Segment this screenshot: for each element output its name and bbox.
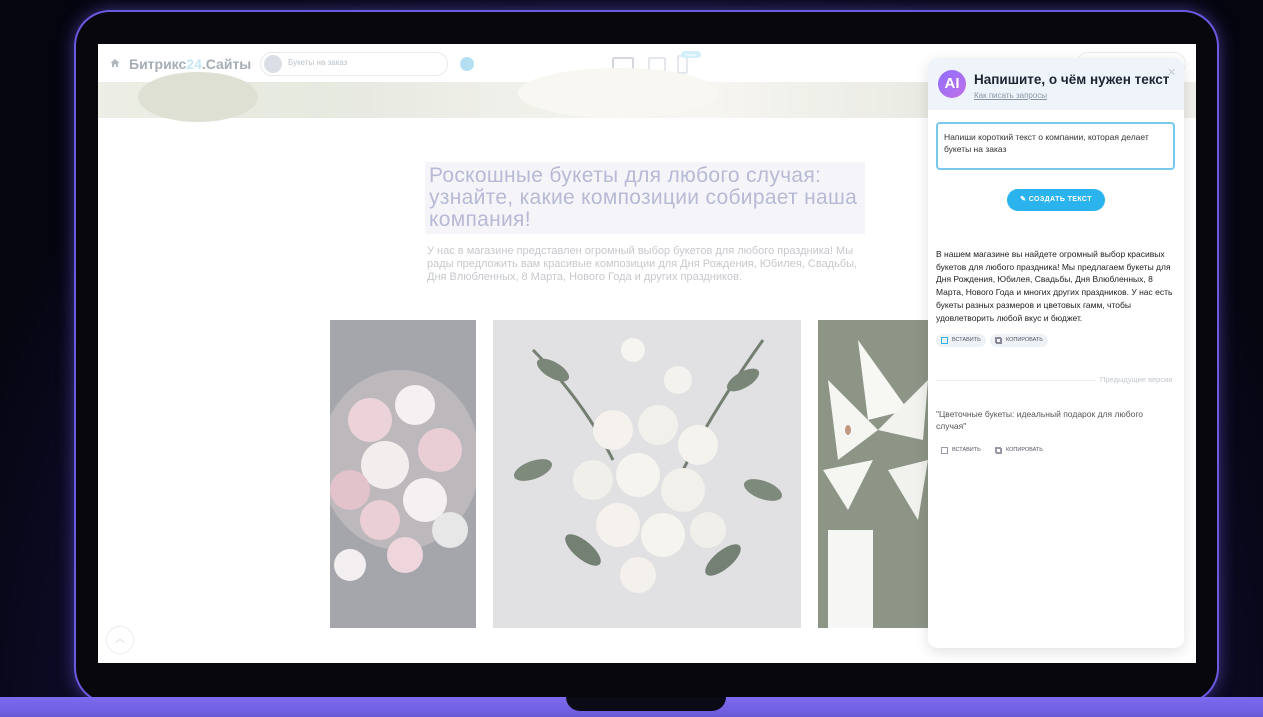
home-icon[interactable] xyxy=(110,58,120,68)
site-name: Букеты на заказ xyxy=(288,58,348,67)
prev-copy-label: КОПИРОВАТЬ xyxy=(1006,447,1043,453)
brand-number: 24 xyxy=(186,56,202,72)
scroll-top-button[interactable]: ︿ xyxy=(106,626,134,654)
copy-label: КОПИРОВАТЬ xyxy=(1006,337,1043,343)
ai-prompt-input[interactable] xyxy=(936,122,1175,170)
copy-icon xyxy=(995,337,1002,344)
hero-leaf xyxy=(138,72,258,122)
site-selector[interactable]: Букеты на заказ xyxy=(260,52,448,76)
insert-label: ВСТАВИТЬ xyxy=(952,337,981,343)
create-text-button[interactable]: ✎ СОЗДАТЬ ТЕКСТ xyxy=(1007,189,1105,211)
copy-button[interactable]: КОПИРОВАТЬ xyxy=(990,334,1048,347)
insert-button[interactable]: ВСТАВИТЬ xyxy=(936,334,986,347)
previous-versions-divider xyxy=(936,380,1096,381)
insert-icon xyxy=(941,447,948,454)
bouquet-photo-white-roses[interactable] xyxy=(493,320,801,628)
page-headline[interactable]: Роскошные букеты для любого случая: узна… xyxy=(425,162,865,234)
insert-icon xyxy=(941,337,948,344)
bouquet-photo-pink[interactable] xyxy=(330,320,476,628)
ai-text-panel: AI Напишите, о чём нужен текст Как писат… xyxy=(928,58,1184,648)
ai-result-text: В нашем магазине вы найдете огромный выб… xyxy=(936,249,1173,323)
previous-version-text: "Цветочные букеты: идеальный подарок для… xyxy=(936,409,1144,431)
brand-prefix: Битрикс xyxy=(129,56,187,72)
site-avatar xyxy=(264,55,282,73)
brand-suffix: .Сайты xyxy=(201,56,252,72)
prev-copy-button[interactable]: КОПИРОВАТЬ xyxy=(990,444,1048,457)
prev-insert-label: ВСТАВИТЬ xyxy=(952,447,981,453)
laptop-notch xyxy=(566,697,726,711)
page-intro-text[interactable]: У нас в магазине представлен огромный вы… xyxy=(427,245,879,284)
publish-cloud-icon[interactable] xyxy=(460,57,474,71)
pencil-icon: ✎ xyxy=(1020,196,1027,203)
bouquet-photo-lilies[interactable] xyxy=(818,320,928,628)
hero-flower xyxy=(518,68,718,118)
ai-help-link[interactable]: Как писать запросы xyxy=(974,91,1047,100)
copy-icon xyxy=(995,447,1002,454)
prev-insert-button[interactable]: ВСТАВИТЬ xyxy=(936,444,986,457)
brand-logo[interactable]: Битрикс24.Сайты xyxy=(129,56,251,72)
close-icon[interactable]: ✕ xyxy=(1167,66,1176,79)
ai-panel-title: Напишите, о чём нужен текст xyxy=(974,72,1170,87)
new-badge: новое xyxy=(681,51,701,58)
create-text-label: СОЗДАТЬ ТЕКСТ xyxy=(1028,196,1092,203)
previous-versions-label: Предыдущие версии xyxy=(1100,375,1173,384)
ai-logo-icon: AI xyxy=(938,70,966,98)
